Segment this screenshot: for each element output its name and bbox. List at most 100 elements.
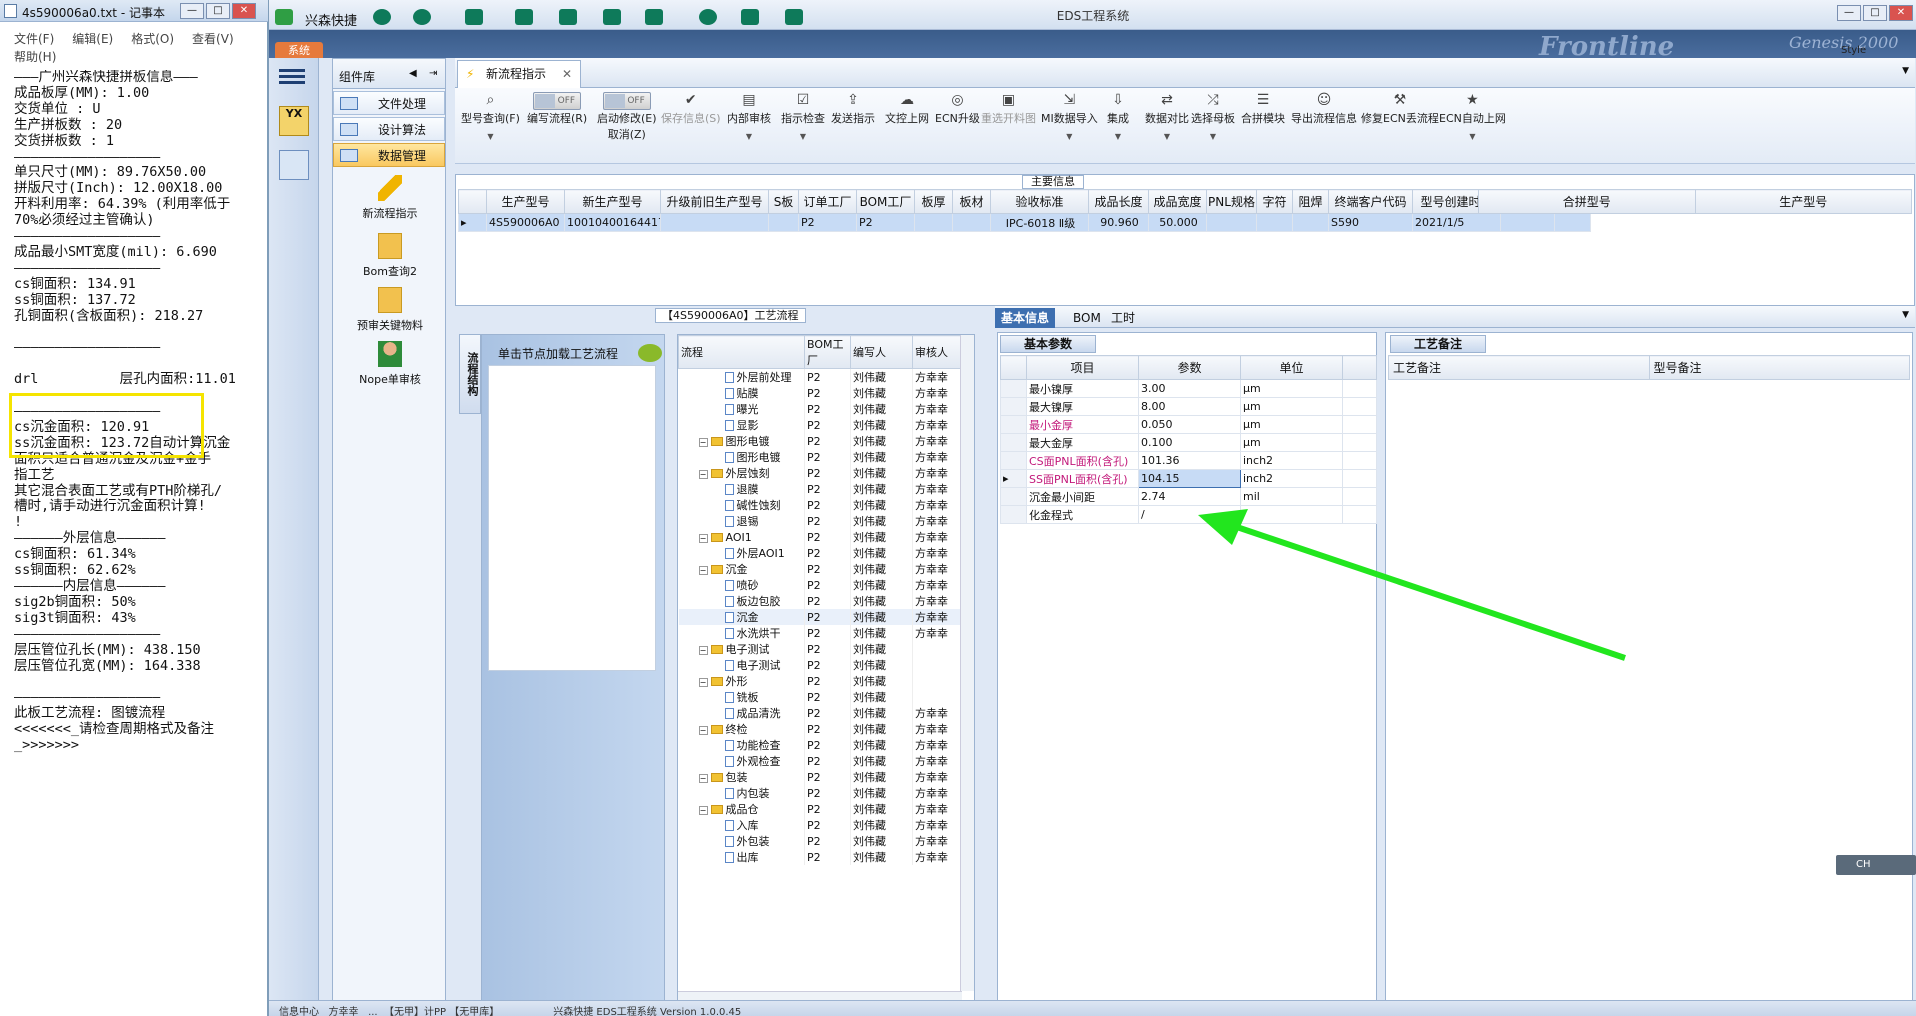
column-header[interactable]: 板厚 (914, 189, 953, 214)
param-value[interactable]: 101.36 (1138, 451, 1241, 470)
table-cell[interactable]: 90.960 (1088, 213, 1149, 232)
chat-bubble-icon[interactable] (638, 344, 662, 362)
tree-row[interactable]: 显影P2刘伟藏方幸幸已审核 (678, 417, 974, 433)
chevron-down-icon[interactable]: ▼ (1041, 132, 1098, 141)
column-header[interactable]: 生产型号 (486, 189, 565, 214)
collapse-icon[interactable]: − (698, 806, 708, 815)
table-cell[interactable] (914, 213, 953, 232)
tree-row[interactable]: − 电子测试 P2刘伟藏 已编写 (678, 641, 974, 657)
hamburger-icon[interactable] (279, 66, 305, 88)
toolbar-button-14[interactable]: ☰ 合拼模块 (1241, 92, 1285, 126)
table-cell[interactable] (660, 213, 769, 232)
tree-row[interactable]: 退锡P2刘伟藏方幸幸已审核 (678, 513, 974, 529)
chevron-left-icon[interactable]: ◀ (409, 68, 417, 79)
toolbar-button-17[interactable]: ★ ECN自动上网 ▼ (1439, 92, 1506, 141)
collapse-icon[interactable]: − (698, 470, 708, 479)
table-cell[interactable] (952, 213, 991, 232)
chevron-down-icon[interactable]: ▼ (1191, 132, 1235, 141)
tree-row[interactable]: 沉金P2刘伟藏方幸幸已审核 (678, 609, 974, 625)
tool-bom-query[interactable]: Bom查询2 (333, 233, 447, 279)
toggle-switch[interactable]: OFF (533, 92, 582, 110)
param-row[interactable]: 沉金最小间距 2.74 mil (1000, 487, 1377, 506)
table-cell[interactable] (1500, 213, 1555, 232)
column-header[interactable]: 项目 (1026, 355, 1139, 380)
toolbar-button-1[interactable]: OFF 编写流程(R) (527, 92, 587, 126)
tree-row[interactable]: 退膜P2刘伟藏方幸幸已审核 (678, 481, 974, 497)
tree-row[interactable]: −AOI1P2刘伟藏方幸幸已审核 (678, 529, 974, 545)
vertical-scrollbar[interactable] (960, 335, 974, 991)
column-header[interactable]: 编写人 (850, 335, 913, 369)
tree-row[interactable]: 外层前处理P2刘伟藏方幸幸已审核 (678, 368, 974, 385)
process-structure-tab[interactable]: 流程结构 (459, 334, 481, 414)
column-header[interactable]: 成品长度 (1088, 189, 1149, 214)
tree-row[interactable]: 曝光P2刘伟藏方幸幸已审核 (678, 401, 974, 417)
table-cell[interactable]: 2021/1/5 (1412, 213, 1501, 232)
table-cell[interactable]: 50.000 (1148, 213, 1207, 232)
table-cell[interactable]: S590 (1328, 213, 1413, 232)
tree-row[interactable]: 入库P2刘伟藏方幸幸已审核 (678, 817, 974, 833)
app-close-button[interactable]: ✕ (1889, 5, 1913, 21)
column-header[interactable]: 新生产型号 (564, 189, 661, 214)
comp-item-design-algorithm[interactable]: 设计算法 (333, 117, 445, 141)
table-cell[interactable] (768, 213, 799, 232)
column-header[interactable]: 流程 (678, 335, 805, 369)
column-header[interactable]: 生产型号 (1694, 189, 1912, 214)
notepad-text-area[interactable]: ———广州兴森快捷拼板信息——— 成品板厚(MM): 1.00 交货单位 : U 生产… (14, 70, 264, 1010)
table-cell[interactable]: P2 (856, 213, 915, 232)
param-row[interactable]: 最小金厚 0.050 μm (1000, 415, 1377, 434)
param-value[interactable]: 0.050 (1138, 415, 1241, 434)
toolbar-button-13[interactable]: ⤮ 选择母板 ▼ (1191, 92, 1235, 141)
yx-module-icon[interactable]: YX (279, 106, 309, 136)
toolbar-button-15[interactable]: ☺ 导出流程信息 (1291, 92, 1357, 126)
node-list[interactable] (488, 365, 656, 671)
table-cell[interactable] (1206, 213, 1257, 232)
menu-edit[interactable]: 编辑(E) (72, 30, 113, 48)
toggle-switch[interactable]: OFF (602, 92, 651, 110)
column-header[interactable]: 单位 (1240, 355, 1343, 380)
column-header[interactable]: 参数 (1138, 355, 1241, 380)
param-value[interactable]: / (1138, 505, 1241, 524)
ime-indicator[interactable]: CH (1836, 855, 1916, 875)
tool-new-process[interactable]: 新流程指示 (333, 175, 447, 221)
basic-params-tab[interactable]: 基本参数 (1000, 335, 1096, 353)
param-row[interactable]: 最大镍厚 8.00 μm (1000, 397, 1377, 416)
tree-row[interactable]: 喷砂P2刘伟藏方幸幸已审核 (678, 577, 974, 593)
column-header[interactable]: 阻焊 (1292, 189, 1329, 214)
collapse-icon[interactable]: − (698, 646, 708, 655)
tab-new-process[interactable]: ⚡ 新流程指示 ✕ (457, 60, 581, 88)
column-header[interactable]: BOM工厂 (804, 335, 851, 369)
tab-work-hours[interactable]: 工时 (1105, 308, 1141, 328)
pin-icon[interactable]: ⇥ (429, 68, 437, 79)
tree-row[interactable]: 板边包胶P2刘伟藏方幸幸已审核 (678, 593, 974, 609)
chevron-down-icon[interactable]: ▼ (781, 132, 825, 141)
collapse-icon[interactable]: − (698, 438, 708, 447)
tree-row[interactable]: 出库P2刘伟藏方幸幸已审核 (678, 849, 974, 865)
table-cell[interactable] (1292, 213, 1329, 232)
menu-help[interactable]: 帮助(H) (14, 48, 56, 66)
tree-row[interactable]: −图形电镀P2刘伟藏方幸幸已审核 (678, 433, 974, 449)
chevron-down-icon[interactable]: ▼ (1145, 132, 1189, 141)
tool-nope-review[interactable]: Nope单审核 (333, 341, 447, 387)
column-header[interactable]: 验收标准 (990, 189, 1089, 214)
column-header[interactable]: S板 (768, 189, 799, 214)
toolbar-button-8[interactable]: ◎ ECN升级 (935, 92, 980, 126)
chevron-down-icon[interactable]: ▼ (727, 132, 771, 141)
comp-item-data-management[interactable]: 数据管理 (333, 143, 445, 167)
column-header[interactable]: 字符 (1256, 189, 1293, 214)
column-header[interactable]: 状态 (975, 336, 976, 369)
chevron-down-icon[interactable]: ▼ (1107, 132, 1129, 141)
app-minimize-button[interactable]: — (1837, 5, 1861, 21)
tree-row[interactable]: 贴膜P2刘伟藏方幸幸已审核 (678, 385, 974, 401)
param-row[interactable]: 最小镍厚 3.00 μm (1000, 379, 1377, 398)
collapse-icon[interactable]: − (698, 678, 708, 687)
tree-row[interactable]: 铣板 P2刘伟藏 已编写 (678, 689, 974, 705)
collapse-icon[interactable]: − (698, 566, 708, 575)
comp-item-file-processing[interactable]: 文件处理 (333, 91, 445, 115)
toolbar-button-7[interactable]: ☁ 文控上网 (885, 92, 929, 126)
chevron-down-icon[interactable]: ▼ (1439, 132, 1506, 141)
toolbar-button-11[interactable]: ⇩ 集成 ▼ (1107, 92, 1129, 141)
tree-row[interactable]: 电子测试 P2刘伟藏 已编写 (678, 657, 974, 673)
tree-row[interactable]: −终检P2刘伟藏方幸幸已审核 (678, 721, 974, 737)
param-value[interactable]: 104.15 (1138, 469, 1241, 488)
close-icon[interactable]: ✕ (562, 61, 572, 87)
